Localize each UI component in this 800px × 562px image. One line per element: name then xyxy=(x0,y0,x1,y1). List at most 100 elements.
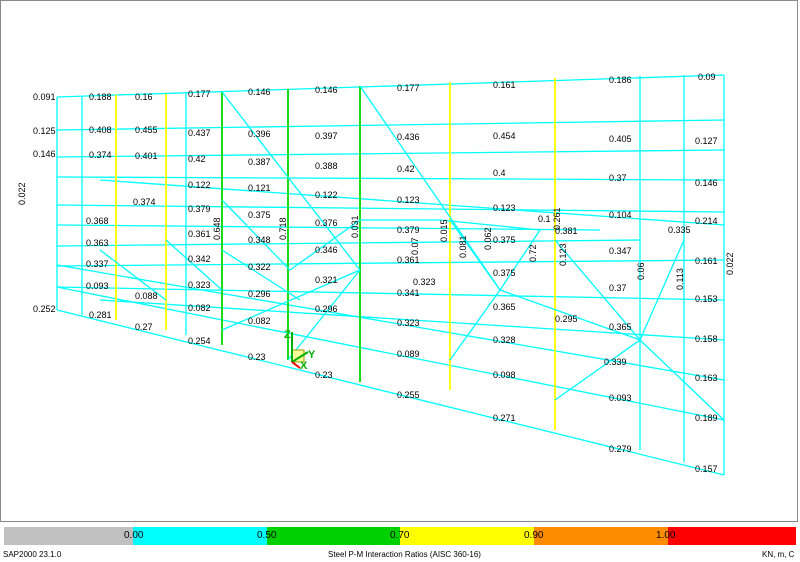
ratio-label-86: 0.23 xyxy=(248,352,266,362)
brace-2[interactable] xyxy=(221,269,361,331)
ratio-label-46: 0.335 xyxy=(668,225,691,235)
vertical-ratio-97: 0.015 xyxy=(439,219,449,242)
ratio-label-6: 0.177 xyxy=(397,83,420,93)
legend-band-green xyxy=(267,527,400,545)
legend-band-red xyxy=(668,527,796,545)
vertical-ratio-102: 0.123 xyxy=(558,243,568,266)
ratio-label-34: 0.123 xyxy=(493,203,516,213)
ratio-label-5: 0.146 xyxy=(315,85,338,95)
ratio-label-45: 0.347 xyxy=(609,246,632,256)
ratio-label-36: 0.104 xyxy=(609,210,632,220)
ratio-label-70: 0.323 xyxy=(397,318,420,328)
ratio-label-82: 0.252 xyxy=(33,304,56,314)
ratio-label-17: 0.454 xyxy=(493,131,516,141)
vertical-ratio-104: 0.06 xyxy=(636,262,646,280)
ratio-label-81: 0.189 xyxy=(695,413,718,423)
ratio-label-90: 0.279 xyxy=(609,444,632,454)
legend-band-cyan xyxy=(133,527,267,545)
ratio-label-12: 0.455 xyxy=(135,125,158,135)
ratio-label-39: 0.379 xyxy=(188,204,211,214)
ratio-label-66: 0.337 xyxy=(86,259,109,269)
ratio-label-28: 0.37 xyxy=(609,173,627,183)
ratio-label-65: 0.158 xyxy=(695,334,718,344)
ratio-label-54: 0.375 xyxy=(493,268,516,278)
ratio-label-48: 0.368 xyxy=(86,216,109,226)
display-mode: Steel P-M Interaction Ratios (AISC 360-1… xyxy=(328,550,481,559)
ratio-label-69: 0.296 xyxy=(315,304,338,314)
ratio-label-89: 0.271 xyxy=(493,413,516,423)
legend-band-orange xyxy=(534,527,668,545)
ratio-label-26: 0.42 xyxy=(397,164,415,174)
ratio-label-72: 0.339 xyxy=(604,357,627,367)
ratio-label-47: 0.161 xyxy=(695,256,718,266)
status-bar: SAP2000 23.1.0 Steel P-M Interaction Rat… xyxy=(0,547,800,562)
legend-label-0: 0.00 xyxy=(124,530,144,541)
ratio-label-67: 0.323 xyxy=(188,280,211,290)
ratio-label-78: 0.089 xyxy=(397,349,420,359)
ratio-label-42: 0.379 xyxy=(397,225,420,235)
ratio-label-56: 0.153 xyxy=(695,294,718,304)
ratio-label-55: 0.37 xyxy=(609,283,627,293)
ratio-label-71: 0.328 xyxy=(493,335,516,345)
ratio-label-27: 0.4 xyxy=(493,168,506,178)
ratio-label-41: 0.376 xyxy=(315,218,338,228)
ratio-label-3: 0.177 xyxy=(188,89,211,99)
frame-model-view[interactable]: 0.091 0.188 0.16 0.177 0.146 0.146 0.177 0.161 0… xyxy=(0,0,800,522)
ratio-label-83: 0.281 xyxy=(89,310,112,320)
ratio-label-15: 0.397 xyxy=(315,131,338,141)
legend-band-yellow xyxy=(400,527,534,545)
ratio-label-51: 0.346 xyxy=(315,245,338,255)
ratio-label-9: 0.09 xyxy=(698,72,716,82)
ratio-label-63: 0.295 xyxy=(555,314,578,324)
ratio-label-74: 0.093 xyxy=(86,281,109,291)
vertical-ratio-100: 0.062 xyxy=(483,227,493,250)
ratio-label-91: 0.157 xyxy=(695,464,718,474)
ratio-label-79: 0.098 xyxy=(493,370,516,380)
ratio-label-16: 0.436 xyxy=(397,132,420,142)
frame-member-7[interactable] xyxy=(56,259,725,267)
frame-member-6[interactable] xyxy=(56,239,641,247)
axis-x-label: X xyxy=(300,360,308,372)
ratio-label-13: 0.437 xyxy=(188,128,211,138)
ratio-label-left-edge: 0.022 xyxy=(17,182,27,205)
ratio-label-87: 0.23 xyxy=(315,370,333,380)
units-selector[interactable]: KN, m, C xyxy=(762,550,794,559)
vertical-ratio-105: 0.113 xyxy=(675,268,685,290)
ratio-label-40: 0.375 xyxy=(248,210,271,220)
legend-label-4: 1.00 xyxy=(656,530,676,541)
ratio-label-73: 0.163 xyxy=(695,373,718,383)
ratio-label-52: 0.361 xyxy=(397,255,420,265)
ratio-label-68: 0.296 xyxy=(248,289,271,299)
vertical-ratio-101: 0.72 xyxy=(528,244,538,262)
legend-label-1: 0.50 xyxy=(257,530,277,541)
ratio-label-60: 0.321 xyxy=(315,275,338,285)
ratio-label-1: 0.188 xyxy=(89,92,112,102)
vertical-ratio-99: 0.081 xyxy=(458,235,468,258)
ratio-label-88: 0.255 xyxy=(397,390,420,400)
axis-z-label: Z xyxy=(284,329,291,341)
ratio-label-62: 0.365 xyxy=(493,302,516,312)
ratio-label-33: 0.123 xyxy=(397,195,420,205)
ratio-label-0: 0.091 xyxy=(33,92,56,102)
ratio-label-43: 0.375 xyxy=(493,235,516,245)
ratio-label-31: 0.121 xyxy=(248,183,271,193)
ratio-label-59: 0.322 xyxy=(248,262,271,272)
brace-7[interactable] xyxy=(554,339,641,401)
vertical-ratio-94: 0.648 xyxy=(212,217,222,240)
ratio-label-20: 0.146 xyxy=(33,149,56,159)
ratio-label-14: 0.396 xyxy=(248,129,271,139)
ratio-label-2: 0.16 xyxy=(135,92,153,102)
ratio-label-11: 0.408 xyxy=(89,125,112,135)
ratio-label-right-edge: 0.022 xyxy=(725,252,735,275)
ratio-label-64: 0.365 xyxy=(609,322,632,332)
axis-arrow-2 xyxy=(291,361,301,369)
ratio-label-53: 0.323 xyxy=(413,277,436,287)
ratio-label-76: 0.082 xyxy=(188,303,211,313)
legend-band-gray xyxy=(4,527,133,545)
brace-1[interactable] xyxy=(359,85,501,291)
ratio-label-21: 0.374 xyxy=(89,150,112,160)
ratio-label-50: 0.348 xyxy=(248,235,271,245)
ratio-label-30: 0.122 xyxy=(188,180,211,190)
ratio-label-75: 0.088 xyxy=(135,291,158,301)
ratio-label-37: 0.214 xyxy=(695,216,718,226)
